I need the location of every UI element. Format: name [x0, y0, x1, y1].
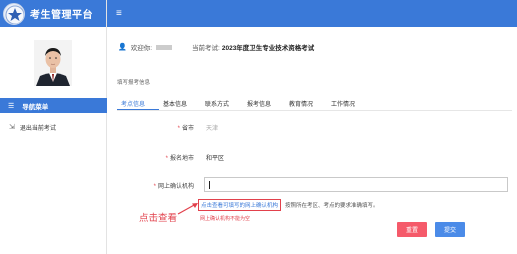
avatar-box — [0, 27, 106, 94]
user-icon: 👤 — [118, 44, 127, 51]
city-row: * 报名地市 和平区 — [118, 153, 224, 162]
tab-contact[interactable]: 联系方式 — [201, 97, 243, 110]
annotation-text: 点击查看 — [139, 213, 178, 224]
text-caret — [209, 181, 210, 189]
tab-exam-site[interactable]: 考点信息 — [117, 97, 159, 110]
confirm-org-input[interactable] — [205, 178, 507, 191]
confirm-org-input-wrapper — [204, 177, 508, 192]
province-value: 天津 — [206, 126, 219, 132]
tab-work[interactable]: 工作情况 — [327, 97, 369, 110]
section-title: 填写报考信息 — [117, 80, 151, 86]
avatar — [34, 39, 72, 86]
tab-basic-info[interactable]: 基本信息 — [159, 97, 201, 110]
annotation-arrow-icon — [177, 203, 198, 215]
tab-education[interactable]: 教育情况 — [285, 97, 327, 110]
welcome-bar: 👤 欢迎你: 当前考试: 2023年度卫生专业技术资格考试 — [118, 42, 314, 52]
exit-icon: ⇲ — [9, 124, 15, 131]
confirm-org-row: * 网上确认机构 — [153, 184, 194, 190]
hint-text: 按照所在考区、考点的要求准确填写。 — [285, 203, 379, 209]
list-icon: ☰ — [8, 102, 15, 110]
reset-button[interactable]: 重置 — [397, 222, 427, 237]
hint-line: 点击查看可填写的网上确认机构 按照所在考区、考点的要求准确填写。 — [198, 199, 379, 211]
tab-application-info[interactable]: 报考信息 — [243, 97, 285, 110]
current-exam-label: 当前考试: — [192, 45, 220, 52]
sidebar: 考生管理平台 ☰ 导航菜单 ⇲ 退出当前考试 — [0, 0, 107, 254]
submit-button[interactable]: 提交 — [435, 222, 465, 237]
topbar: ≡ — [107, 0, 517, 27]
menu-toggle-icon[interactable]: ≡ — [116, 8, 122, 19]
city-value: 和平区 — [206, 156, 225, 162]
validation-error: 网上确认机构不能为空 — [200, 216, 251, 222]
app-title: 考生管理平台 — [30, 10, 93, 21]
welcome-label: 欢迎你: — [130, 45, 153, 52]
province-label: 省市 — [181, 126, 194, 132]
nav-menu-title: 导航菜单 — [22, 103, 49, 111]
view-confirm-orgs-link[interactable]: 点击查看可填写的网上确认机构 — [198, 199, 282, 211]
sidebar-item-label: 退出当前考试 — [19, 125, 56, 132]
city-label: 报名地市 — [169, 156, 194, 162]
masked-username — [156, 44, 173, 50]
confirm-org-label: 网上确认机构 — [157, 184, 194, 190]
tab-bar: 考点信息 基本信息 联系方式 报考信息 教育情况 工作情况 — [117, 97, 512, 111]
logo-icon — [3, 2, 25, 25]
current-exam-name: 2023年度卫生专业技术资格考试 — [221, 45, 315, 52]
sidebar-item-exit-exam[interactable]: ⇲ 退出当前考试 — [0, 120, 107, 134]
brand: 考生管理平台 — [0, 0, 106, 27]
nav-menu-header: ☰ 导航菜单 — [0, 98, 107, 113]
province-row: * 省市 天津 — [118, 123, 218, 132]
